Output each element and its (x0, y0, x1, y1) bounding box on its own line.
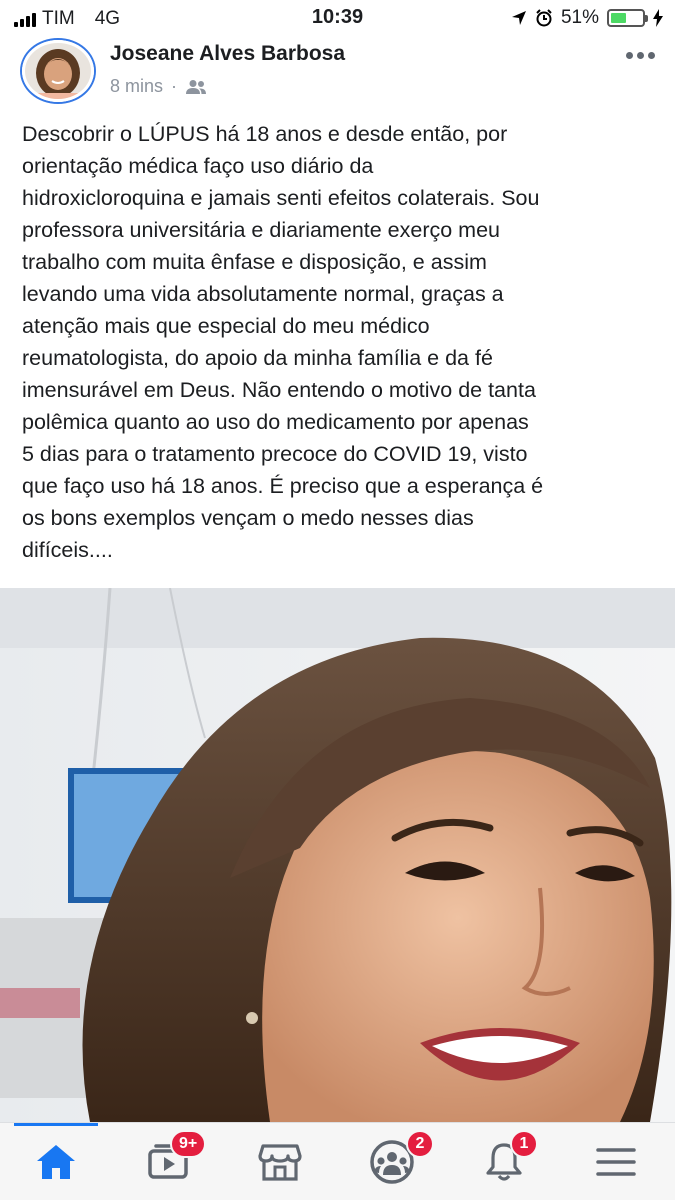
meta-separator: · (171, 76, 178, 96)
home-icon (37, 1145, 75, 1179)
nav-home[interactable] (0, 1123, 112, 1200)
notifications-badge: 1 (510, 1130, 538, 1158)
watch-badge: 9+ (170, 1130, 207, 1158)
nav-notifications[interactable]: 1 (448, 1123, 560, 1200)
marketplace-icon (258, 1144, 302, 1181)
friends-icon (186, 79, 207, 94)
post-photo[interactable] (0, 588, 675, 1122)
status-bar: TIM 4G 10:39 51% (0, 0, 675, 40)
nav-marketplace[interactable] (224, 1123, 336, 1200)
alarm-icon (536, 9, 552, 27)
more-options-button[interactable] (626, 52, 655, 59)
nav-groups[interactable]: 2 (336, 1123, 448, 1200)
post-time[interactable]: 8 mins (110, 76, 163, 97)
groups-badge: 2 (406, 1130, 434, 1158)
battery-level (611, 13, 627, 23)
bottom-navigation: 9+ 2 1 (0, 1122, 675, 1200)
selfie-image (0, 588, 675, 1122)
post-meta: 8 mins · (110, 76, 207, 97)
more-icon (626, 52, 633, 59)
author-avatar[interactable] (22, 40, 94, 102)
menu-icon (596, 1148, 636, 1176)
author-name[interactable]: Joseane Alves Barbosa (110, 42, 345, 66)
post-text: Descobrir o LÚPUS há 18 anos e desde ent… (22, 122, 544, 562)
post-header: Joseane Alves Barbosa 8 mins · (0, 40, 675, 110)
nav-watch[interactable]: 9+ (112, 1123, 224, 1200)
status-indicators: 51% (511, 7, 663, 29)
battery-percent: 51% (560, 7, 599, 28)
location-icon (511, 11, 526, 25)
battery-icon (607, 9, 648, 27)
charging-icon (653, 9, 663, 27)
avatar-photo (25, 43, 91, 99)
nav-menu[interactable] (560, 1123, 672, 1200)
